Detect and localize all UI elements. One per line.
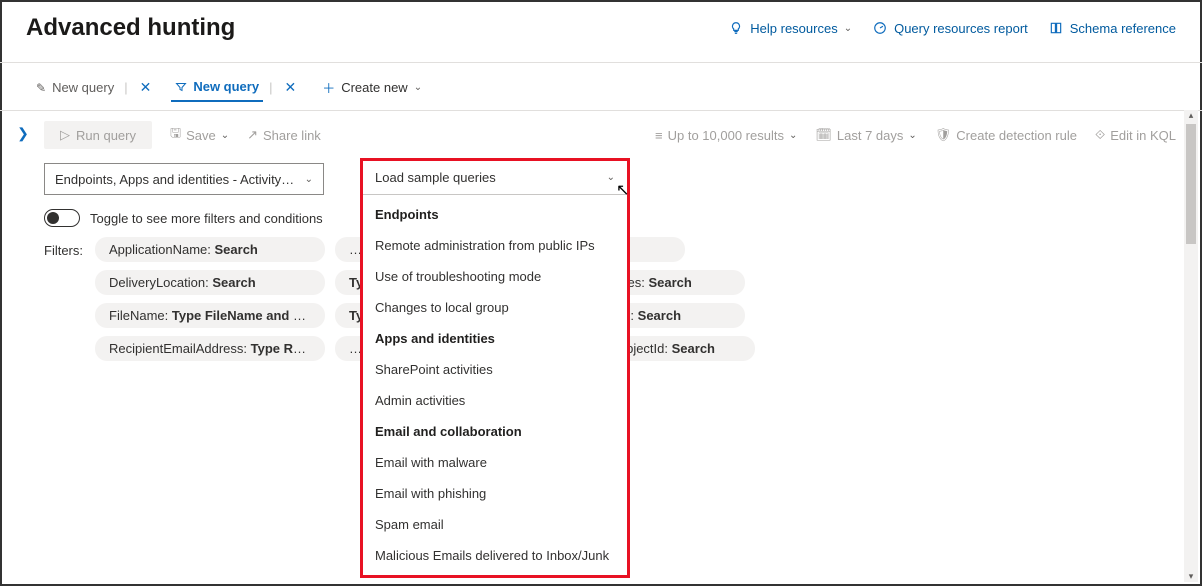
- close-tab-1[interactable]: ✕: [134, 79, 158, 96]
- gauge-icon: [872, 20, 888, 36]
- plus-icon: ＋: [322, 78, 335, 97]
- save-icon: 🖫: [170, 124, 181, 146]
- help-resources-link[interactable]: Help resources ⌄: [728, 20, 852, 36]
- play-icon: ▷: [60, 127, 70, 143]
- sample-queries-select[interactable]: Load sample queries ⌄: [363, 161, 627, 195]
- calendar-icon: 🗓: [815, 127, 832, 143]
- share-link-button[interactable]: ↗ Share link: [247, 127, 321, 143]
- lightbulb-icon: [728, 20, 744, 36]
- schema-reference-link[interactable]: Schema reference: [1048, 20, 1176, 36]
- chevron-down-icon: ⌄: [221, 130, 229, 141]
- filter-icon: [175, 81, 187, 93]
- run-query-button[interactable]: ▷ Run query: [44, 121, 152, 149]
- pencil-icon: ✎: [36, 81, 46, 95]
- time-range-dropdown[interactable]: 🗓 Last 7 days ⌄: [815, 127, 916, 143]
- book-icon: [1048, 20, 1064, 36]
- page-title: Advanced hunting: [26, 14, 235, 42]
- dropdown-item[interactable]: Email with phishing: [363, 478, 627, 509]
- dropdown-item[interactable]: Spam email: [363, 509, 627, 540]
- save-button[interactable]: 🖫 Save ⌄: [170, 124, 229, 146]
- dropdown-item[interactable]: Changes to local group: [363, 292, 627, 323]
- results-limit-dropdown[interactable]: ≡ Up to 10,000 results ⌄: [655, 128, 797, 143]
- dropdown-category: Apps and identities: [363, 323, 627, 354]
- dropdown-item[interactable]: Email with malware: [363, 447, 627, 478]
- scope-select[interactable]: Endpoints, Apps and identities - Activit…: [44, 163, 324, 195]
- tab-new-query-2[interactable]: New query: [171, 73, 263, 102]
- query-resources-report-link[interactable]: Query resources report: [872, 20, 1028, 36]
- filter-pill[interactable]: ApplicationName: Search: [95, 237, 325, 262]
- chevron-down-icon: ⌄: [414, 82, 422, 93]
- sample-queries-dropdown: Load sample queries ⌄ EndpointsRemote ad…: [360, 158, 630, 578]
- chevron-down-icon: ⌄: [908, 130, 916, 141]
- dropdown-item[interactable]: Admin activities: [363, 385, 627, 416]
- shield-icon: 🛡: [935, 127, 952, 143]
- edit-in-kql-button[interactable]: ⟐ Edit in KQL: [1095, 127, 1176, 143]
- close-tab-2[interactable]: ✕: [278, 79, 302, 96]
- more-filters-toggle[interactable]: [44, 209, 80, 227]
- chevron-down-icon: ⌄: [789, 130, 797, 141]
- dropdown-item[interactable]: Malicious Emails delivered to Inbox/Junk: [363, 540, 627, 571]
- expand-sidebar-button[interactable]: ❯: [2, 111, 44, 361]
- dropdown-category: Email and collaboration: [363, 416, 627, 447]
- filters-label: Filters:: [44, 237, 83, 258]
- list-icon: ≡: [655, 128, 663, 143]
- filter-pill[interactable]: DeliveryLocation: Search: [95, 270, 325, 295]
- dropdown-item[interactable]: Use of troubleshooting mode: [363, 261, 627, 292]
- dropdown-item[interactable]: Remote administration from public IPs: [363, 230, 627, 261]
- toggle-label: Toggle to see more filters and condition…: [90, 211, 323, 226]
- dropdown-item[interactable]: SharePoint activities: [363, 354, 627, 385]
- filter-pill[interactable]: FileName: Type FileName and pr…: [95, 303, 325, 328]
- scrollbar-thumb[interactable]: [1186, 124, 1196, 244]
- chevron-down-icon: ⌄: [607, 172, 615, 183]
- scrollbar[interactable]: [1184, 110, 1198, 582]
- chevron-down-icon: ⌄: [844, 23, 852, 34]
- tab-new-query-1[interactable]: ✎ New query: [32, 74, 118, 101]
- create-new-button[interactable]: ＋ Create new ⌄: [322, 78, 422, 97]
- share-icon: ↗: [247, 127, 258, 143]
- filter-pill[interactable]: RecipientEmailAddress: Type Rec…: [95, 336, 325, 361]
- dropdown-category: Endpoints: [363, 199, 627, 230]
- code-icon: ⟐: [1095, 127, 1105, 143]
- create-detection-rule-button[interactable]: 🛡 Create detection rule: [935, 127, 1077, 143]
- chevron-down-icon: ⌄: [305, 174, 313, 185]
